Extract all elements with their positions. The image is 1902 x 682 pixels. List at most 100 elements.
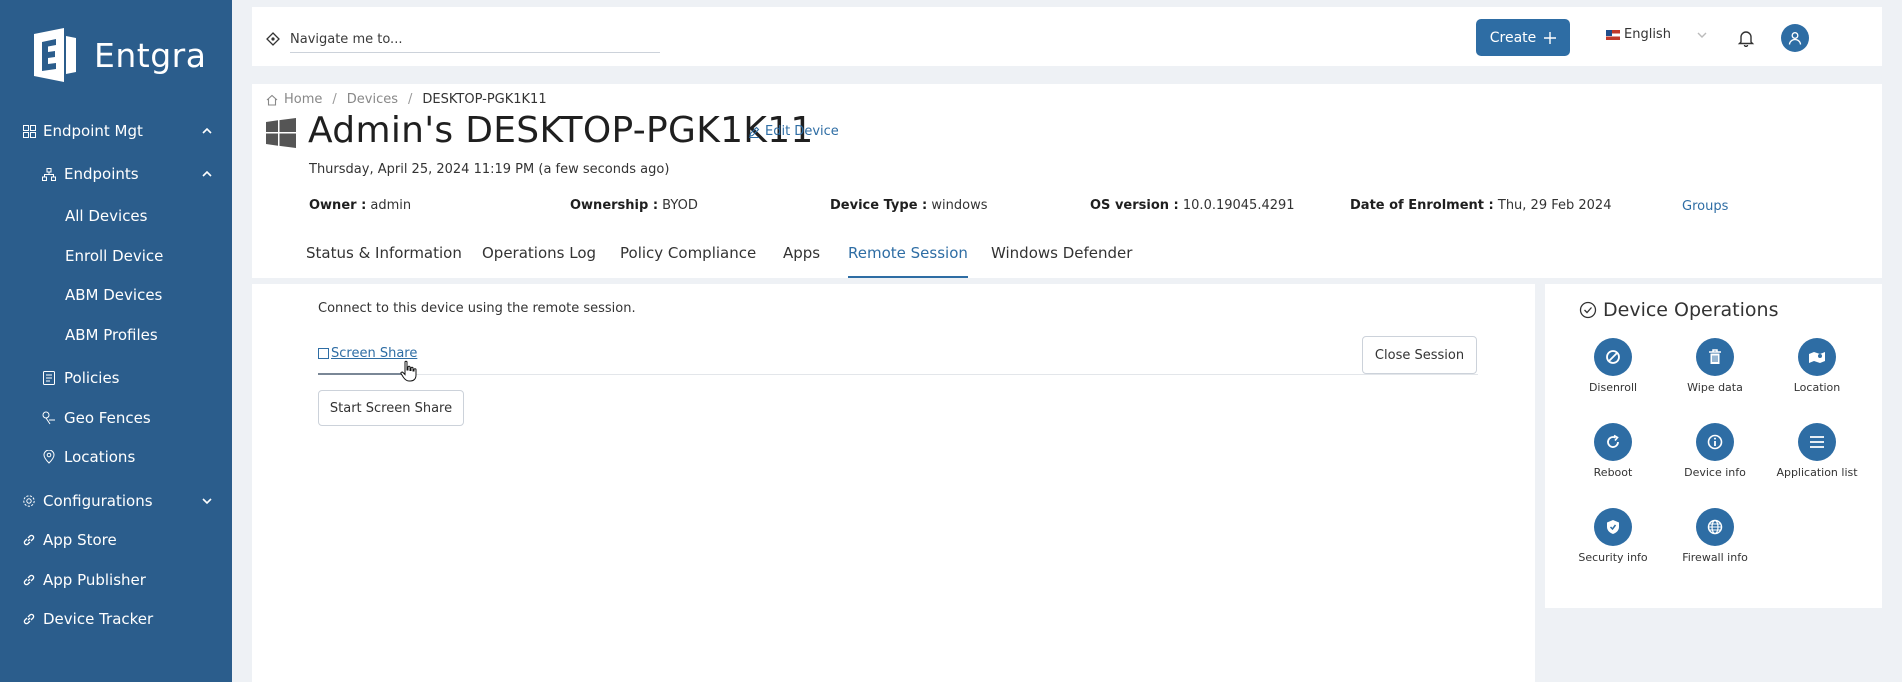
windows-icon [266, 118, 296, 148]
sidebar-item-configurations[interactable]: Configurations [0, 484, 232, 518]
op-label: Reboot [1593, 466, 1633, 479]
meta-value: admin [370, 198, 412, 213]
chevron-down-icon [202, 498, 212, 505]
policy-icon [42, 371, 56, 385]
sidebar: Entgra Endpoint Mgt Endpoints All Device… [0, 0, 232, 682]
sidebar-item-all-devices[interactable]: All Devices [0, 199, 232, 233]
create-button-label: Create [1489, 29, 1537, 46]
sitemap-icon [42, 167, 56, 181]
device-header: Home / Devices / DESKTOP-PGK1K11 Admin's… [252, 84, 1882, 278]
op-device-info[interactable]: Device info [1665, 423, 1765, 479]
last-seen-timestamp: Thursday, April 25, 2024 11:19 PM (a few… [309, 162, 670, 177]
avatar[interactable] [1781, 24, 1809, 52]
operations-title: Device Operations [1579, 299, 1778, 321]
language-selector[interactable]: English [1606, 27, 1709, 42]
gear-icon [22, 494, 36, 508]
sidebar-item-app-publisher[interactable]: App Publisher [0, 563, 232, 597]
breadcrumb-current: DESKTOP-PGK1K11 [422, 92, 547, 107]
tab-operations-log[interactable]: Operations Log [482, 244, 596, 278]
session-intro-text: Connect to this device using the remote … [318, 301, 636, 316]
op-security-info[interactable]: Security info [1563, 508, 1663, 564]
op-application-list[interactable]: Application list [1767, 423, 1867, 479]
op-label: Firewall info [1682, 551, 1748, 564]
tab-windows-defender[interactable]: Windows Defender [991, 244, 1132, 278]
brand-name: Entgra [94, 35, 207, 75]
create-button[interactable]: Create [1476, 19, 1570, 56]
brand-logo[interactable]: Entgra [24, 26, 206, 84]
sidebar-item-label: Device Tracker [43, 610, 154, 628]
meta-device-type: Device Type : windows [830, 198, 987, 213]
sidebar-item-locations[interactable]: Locations [0, 440, 232, 474]
link-icon [22, 612, 36, 626]
edit-device-link[interactable]: Edit Device [748, 124, 839, 139]
meta-value: windows [931, 198, 988, 213]
breadcrumb-separator: / [408, 92, 413, 107]
meta-enrolment-date: Date of Enrolment : Thu, 29 Feb 2024 [1350, 198, 1611, 213]
start-screen-share-button[interactable]: Start Screen Share [318, 390, 464, 426]
screen-share-label: Screen Share [331, 346, 418, 361]
sidebar-item-app-store[interactable]: App Store [0, 523, 232, 557]
remote-session-panel: Connect to this device using the remote … [252, 284, 1535, 682]
device-operations-panel: Device Operations Disenroll Wipe data Lo… [1545, 284, 1882, 608]
pencil-icon [749, 126, 760, 138]
tab-policy-compliance[interactable]: Policy Compliance [620, 244, 756, 278]
us-flag-icon [1606, 29, 1620, 40]
op-label: Security info [1578, 551, 1648, 564]
sidebar-item-endpoint-mgt[interactable]: Endpoint Mgt [0, 114, 232, 148]
sidebar-item-label: All Devices [65, 207, 148, 225]
home-icon [266, 94, 278, 106]
op-label: Application list [1776, 466, 1858, 479]
close-session-button[interactable]: Close Session [1362, 336, 1477, 374]
entgra-logo-icon [34, 28, 76, 82]
breadcrumb-home[interactable]: Home [284, 92, 322, 107]
breadcrumb: Home / Devices / DESKTOP-PGK1K11 [266, 92, 547, 107]
tab-remote-session[interactable]: Remote Session [848, 244, 968, 278]
shield-icon [1594, 508, 1632, 546]
op-disenroll[interactable]: Disenroll [1563, 338, 1663, 394]
op-label: Wipe data [1687, 381, 1743, 394]
tab-apps[interactable]: Apps [783, 244, 820, 278]
tab-status-information[interactable]: Status & Information [306, 244, 462, 278]
sidebar-item-endpoints[interactable]: Endpoints [0, 157, 232, 191]
chevron-down-icon [1697, 32, 1707, 38]
check-circle-icon [1579, 301, 1597, 319]
op-label: Location [1793, 381, 1841, 394]
meta-value: BYOD [662, 198, 698, 213]
sidebar-item-abm-devices[interactable]: ABM Devices [0, 278, 232, 312]
navigate-input[interactable] [290, 27, 660, 53]
meta-os-version: OS version : 10.0.19045.4291 [1090, 198, 1295, 213]
reboot-icon [1594, 423, 1632, 461]
sidebar-item-label: Configurations [43, 492, 153, 510]
trash-icon [1696, 338, 1734, 376]
top-bar: Create English [252, 7, 1882, 66]
op-reboot[interactable]: Reboot [1563, 423, 1663, 479]
breadcrumb-devices[interactable]: Devices [347, 92, 398, 107]
ban-icon [1594, 338, 1632, 376]
op-location[interactable]: Location [1767, 338, 1867, 394]
user-icon [1788, 32, 1802, 45]
meta-ownership: Ownership : BYOD [570, 198, 698, 213]
sidebar-item-abm-profiles[interactable]: ABM Profiles [0, 318, 232, 352]
sidebar-item-device-tracker[interactable]: Device Tracker [0, 602, 232, 636]
meta-value: 10.0.19045.4291 [1182, 198, 1295, 213]
hand-cursor-icon [400, 360, 417, 382]
sidebar-item-policies[interactable]: Policies [0, 361, 232, 395]
link-icon [22, 533, 36, 547]
op-wipe-data[interactable]: Wipe data [1665, 338, 1765, 394]
op-firewall-info[interactable]: Firewall info [1665, 508, 1765, 564]
sidebar-item-label: Endpoint Mgt [43, 122, 143, 140]
edit-device-label: Edit Device [765, 124, 839, 139]
operations-title-label: Device Operations [1603, 299, 1779, 321]
screen-share-tab[interactable]: Screen Share [318, 346, 417, 361]
groups-link[interactable]: Groups [1682, 199, 1728, 214]
meta-key: Owner : [309, 198, 367, 213]
sidebar-item-label: Locations [64, 448, 136, 466]
op-label: Disenroll [1588, 381, 1638, 394]
sidebar-item-label: App Publisher [43, 571, 146, 589]
sidebar-item-geo-fences[interactable]: Geo Fences [0, 401, 232, 435]
sidebar-item-enroll-device[interactable]: Enroll Device [0, 239, 232, 273]
sidebar-item-label: App Store [43, 531, 117, 549]
bell-icon[interactable] [1737, 29, 1755, 47]
breadcrumb-separator: / [332, 92, 337, 107]
link-icon [22, 573, 36, 587]
